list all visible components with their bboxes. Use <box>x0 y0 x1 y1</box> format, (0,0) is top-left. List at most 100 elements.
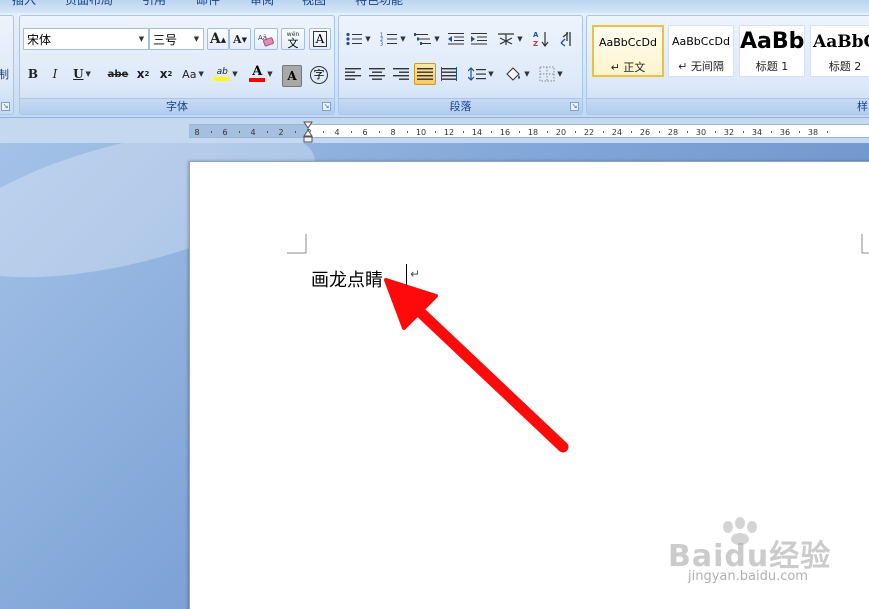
char-border-button[interactable]: A <box>309 28 331 50</box>
ruler-tick-label: 24 <box>611 128 623 137</box>
chevron-down-icon[interactable]: ▼ <box>190 29 203 49</box>
line-spacing-button[interactable]: ▼ <box>466 63 496 85</box>
multilevel-list-button[interactable]: ▼ <box>412 28 442 50</box>
chinese-layout-button[interactable]: ▼ <box>494 28 526 50</box>
tab-references[interactable]: 引用 <box>142 0 166 8</box>
ruler-tick-label: 8 <box>390 128 396 137</box>
ruler-tick-label: 20 <box>555 128 567 137</box>
ruler-left-margin <box>189 125 309 137</box>
clipboard-partial-label: 制 <box>0 68 9 81</box>
ruler-tick-mark <box>743 131 744 133</box>
chevron-down-icon[interactable]: ▼ <box>267 70 272 78</box>
chevron-down-icon[interactable]: ▼ <box>434 35 439 43</box>
style-heading-1[interactable]: AaBb 标题 1 <box>739 25 805 77</box>
phonetic-guide-button[interactable]: wén 文 <box>281 28 305 50</box>
char-shading-button[interactable]: A <box>282 65 302 87</box>
font-size-value: 三号 <box>153 32 178 47</box>
superscript-label: x <box>159 67 168 81</box>
paragraph-group-label: 段落 <box>339 98 582 114</box>
group-font: 宋体 ▼ 三号 ▼ A▲ A▼ Aä wén 文 A B I U▼ abe <box>19 15 335 115</box>
style-heading-2-name: 标题 2 <box>828 60 862 73</box>
clipboard-launcher-icon[interactable]: ↘ <box>1 102 10 111</box>
chevron-down-icon[interactable]: ▼ <box>365 35 370 43</box>
font-size-combo[interactable]: 三号 ▼ <box>149 28 204 50</box>
tab-special-features[interactable]: 特色功能 <box>355 0 403 8</box>
justify-button[interactable] <box>414 63 436 85</box>
style-heading-2[interactable]: AaBbC 标题 2 <box>810 25 869 77</box>
chevron-down-icon[interactable]: ▼ <box>232 70 237 78</box>
styles-group-label: 样 <box>587 98 869 114</box>
ruler-band: 86422468101214161820222426283032343638 <box>189 124 869 138</box>
chevron-down-icon[interactable]: ▼ <box>86 70 91 78</box>
ruler-tick-mark <box>519 131 520 133</box>
chevron-down-icon[interactable]: ▼ <box>198 70 203 78</box>
clear-format-button[interactable]: Aä <box>254 28 278 50</box>
style-no-spacing[interactable]: AaBbCcDd ↵ 无间隔 <box>668 25 734 77</box>
tab-mailings[interactable]: 邮件 <box>196 0 220 8</box>
align-right-button[interactable] <box>390 63 412 85</box>
numbered-list-icon: 123 <box>380 33 398 46</box>
bullet-list-icon <box>346 32 363 46</box>
chinese-layout-icon <box>498 33 515 45</box>
shrink-font-button[interactable]: A ▼ <box>229 28 251 50</box>
indent-marker-icon[interactable] <box>303 121 313 143</box>
bullets-button[interactable]: ▼ <box>342 28 374 50</box>
tab-page-layout[interactable]: 页面布局 <box>65 0 113 8</box>
subscript-button[interactable]: x2 <box>132 63 154 85</box>
document-text[interactable]: 画龙点睛 <box>311 266 383 292</box>
ruler-tick-label: 22 <box>583 128 595 137</box>
paragraph-launcher-icon[interactable]: ↘ <box>570 102 579 111</box>
ruler-tick-label: 36 <box>779 128 791 137</box>
ruler-tick-label: 6 <box>222 128 228 137</box>
style-normal[interactable]: AaBbCcDd ↵ 正文 <box>592 25 664 77</box>
tab-review[interactable]: 审阅 <box>250 0 274 8</box>
borders-button[interactable]: ▼ <box>535 63 567 85</box>
change-case-label: Aa <box>182 67 197 81</box>
align-justify-icon <box>417 68 433 80</box>
ruler-tick-mark <box>687 131 688 133</box>
ruler-tick-label: 4 <box>250 128 256 137</box>
horizontal-ruler[interactable]: 86422468101214161820222426283032343638 <box>0 119 869 143</box>
align-left-button[interactable] <box>342 63 364 85</box>
sort-button[interactable]: AZ <box>530 28 552 50</box>
decrease-indent-button[interactable] <box>445 28 467 50</box>
ruler-tick-label: 4 <box>334 128 340 137</box>
distribute-button[interactable] <box>438 63 460 85</box>
font-name-combo[interactable]: 宋体 ▼ <box>23 28 149 50</box>
numbering-button[interactable]: 1 2 3 ▼ <box>377 28 409 50</box>
paint-bucket-icon <box>506 67 521 81</box>
grow-font-button[interactable]: A ▲ <box>207 28 229 50</box>
ruler-tick-mark <box>351 131 352 133</box>
increase-indent-icon <box>471 33 487 45</box>
tab-view[interactable]: 视图 <box>302 0 326 8</box>
show-marks-button[interactable] <box>556 28 578 50</box>
chevron-down-icon[interactable]: ▼ <box>488 70 493 78</box>
align-center-button[interactable] <box>366 63 388 85</box>
ruler-tick-label: 12 <box>443 128 455 137</box>
shading-button[interactable]: ▼ <box>501 63 533 85</box>
bold-button[interactable]: B <box>23 63 43 85</box>
eraser-icon: Aä <box>258 34 274 47</box>
change-case-button[interactable]: Aa ▼ <box>178 63 208 85</box>
ruler-tick-label: 38 <box>807 128 819 137</box>
ruler-tick-mark <box>575 131 576 133</box>
strikethrough-button[interactable]: abe <box>105 63 131 85</box>
tab-insert[interactable]: 插入 <box>12 0 36 8</box>
font-color-button[interactable]: A ▼ <box>245 63 277 85</box>
increase-indent-button[interactable] <box>468 28 490 50</box>
enclose-char-button[interactable]: 字 <box>308 64 330 86</box>
italic-button[interactable]: I <box>45 63 65 85</box>
chevron-down-icon[interactable]: ▼ <box>557 70 562 78</box>
ruler-tick-mark <box>631 131 632 133</box>
chevron-down-icon[interactable]: ▼ <box>517 35 522 43</box>
line-spacing-icon <box>468 67 487 81</box>
chevron-down-icon[interactable]: ▼ <box>135 29 148 49</box>
highlight-button[interactable]: ab ▼ <box>209 63 243 85</box>
superscript-button[interactable]: x2 <box>155 63 177 85</box>
shrink-font-icon: A <box>233 32 242 46</box>
underline-button[interactable]: U ▼ <box>68 63 96 85</box>
style-no-spacing-name: ↵ 无间隔 <box>678 60 724 73</box>
font-launcher-icon[interactable]: ↘ <box>322 102 331 111</box>
chevron-down-icon[interactable]: ▼ <box>524 70 529 78</box>
chevron-down-icon[interactable]: ▼ <box>400 35 405 43</box>
